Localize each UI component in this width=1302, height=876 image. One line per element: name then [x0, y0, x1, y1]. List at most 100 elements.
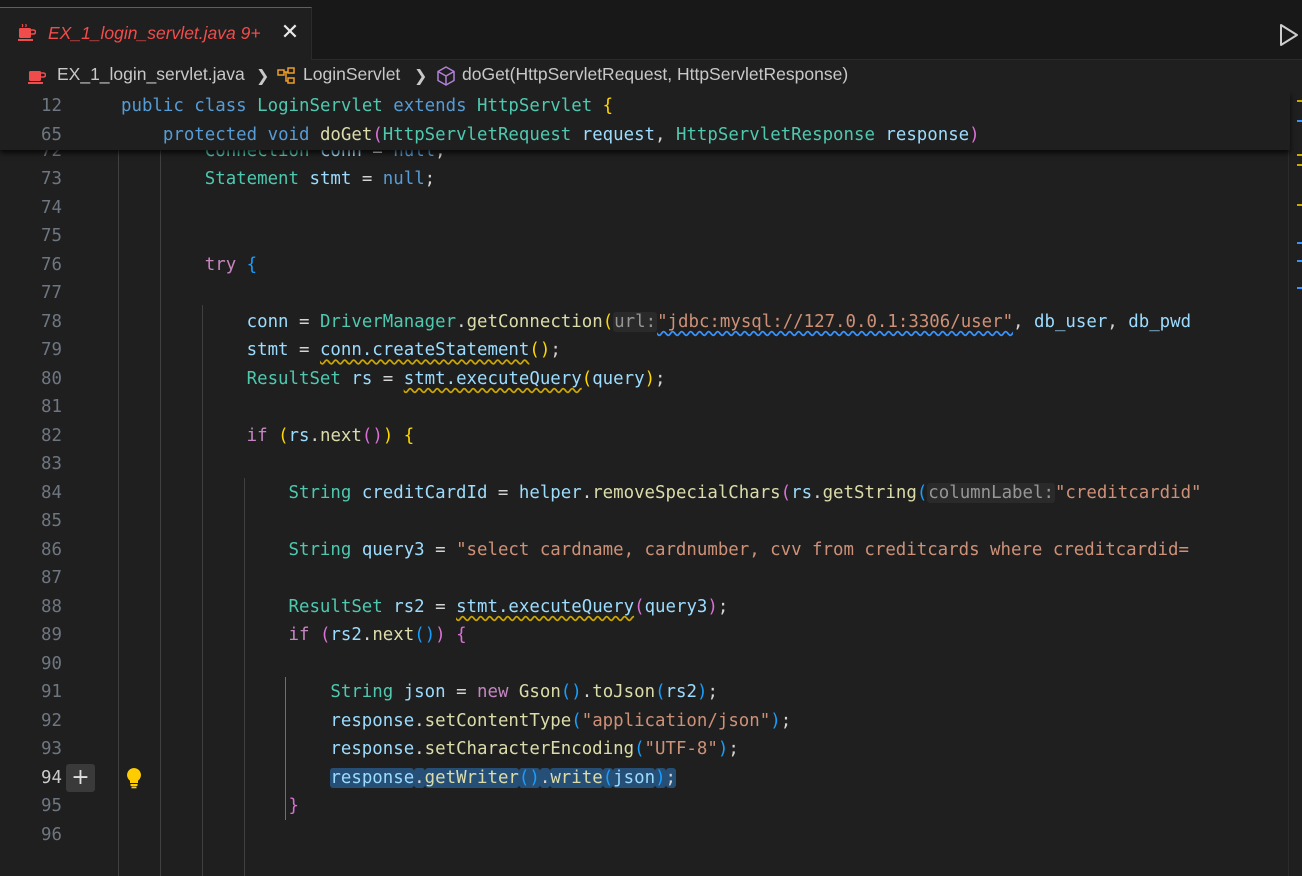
code-token: ,: [1107, 311, 1129, 332]
code-token: columnLabel:: [927, 482, 1055, 503]
code-token: DriverManager: [319, 311, 457, 332]
code-line[interactable]: 79 stmt = conn.createStatement();: [0, 336, 1290, 365]
overview-ruler-scrollbar[interactable]: [1288, 92, 1302, 876]
code-token: if: [121, 625, 320, 645]
code-text: String json = new Gson().toJson(rs2);: [121, 678, 718, 707]
code-token: void: [267, 125, 320, 145]
info-marker: [1297, 287, 1302, 289]
code-editor[interactable]: 71 String query = "select * from tbluser…: [0, 92, 1302, 876]
code-token: getWriter: [424, 767, 519, 788]
code-token: HttpServlet: [477, 96, 603, 116]
close-icon[interactable]: ✕: [280, 22, 300, 44]
code-token: url:: [613, 311, 658, 332]
code-line[interactable]: 81: [0, 393, 1290, 422]
code-token: Gson: [518, 682, 561, 702]
code-token: {: [403, 425, 415, 446]
code-token: (: [581, 368, 593, 389]
sticky-line[interactable]: 65 protected void doGet(HttpServletReque…: [0, 121, 1290, 150]
code-line[interactable]: 80 ResultSet rs = stmt.executeQuery(quer…: [0, 365, 1290, 394]
code-token: ): [969, 125, 980, 145]
code-line[interactable]: 82 if (rs.next()) {: [0, 422, 1290, 451]
code-token: stmt.executeQuery: [456, 596, 635, 617]
code-token: query3: [361, 539, 425, 560]
code-token: .: [414, 767, 425, 788]
code-line[interactable]: 85: [0, 507, 1290, 536]
line-number: 74: [41, 197, 62, 218]
code-line[interactable]: 78 conn = DriverManager.getConnection(ur…: [0, 308, 1290, 337]
code-text: String query3 = "select cardname, cardnu…: [121, 536, 1189, 565]
code-line[interactable]: 89 if (rs2.next()) {: [0, 621, 1290, 650]
line-number: 81: [41, 397, 62, 417]
code-token: setCharacterEncoding: [424, 739, 635, 759]
code-line[interactable]: 77: [0, 279, 1290, 308]
line-number: 91: [41, 682, 62, 702]
code-token: "select cardname, cardnumber, cvv from c…: [456, 539, 1189, 560]
breadcrumb: EX_1_login_servlet.java ❯ LoginServlet ❯…: [0, 60, 1302, 92]
code-token: next: [372, 625, 415, 645]
sticky-line[interactable]: 12 public class LoginServlet extends Http…: [0, 92, 1290, 121]
code-line[interactable]: 95 }: [0, 792, 1290, 821]
code-token: .: [414, 710, 425, 731]
code-line[interactable]: 90: [0, 650, 1290, 679]
code-line[interactable]: 75: [0, 222, 1290, 251]
code-token: response: [121, 739, 415, 759]
line-number: 90: [41, 653, 62, 674]
editor-tab-active[interactable]: EX_1_login_servlet.java 9+ ✕: [0, 7, 312, 60]
code-token: String: [121, 539, 362, 560]
code-token: write: [550, 767, 603, 788]
code-line[interactable]: 94 response.getWriter().write(json); +: [0, 763, 1290, 793]
code-token: Statement: [121, 169, 310, 189]
code-token: new: [477, 682, 519, 702]
sticky-scroll[interactable]: 12 public class LoginServlet extends Http…: [0, 92, 1290, 150]
code-line[interactable]: 93 response.setCharacterEncoding("UTF-8"…: [0, 735, 1290, 764]
line-number: 65: [41, 125, 62, 145]
warning-marker: [1297, 154, 1302, 156]
code-line[interactable]: 84 String creditCardId = helper.removeSp…: [0, 479, 1290, 508]
code-line[interactable]: 76 try {: [0, 251, 1290, 280]
breadcrumb-class[interactable]: LoginServlet: [303, 64, 400, 85]
code-token: query3: [644, 596, 708, 617]
code-line[interactable]: 96: [0, 821, 1290, 850]
code-token: {: [602, 96, 614, 116]
code-text: response.getWriter().write(json);: [121, 764, 677, 793]
lightbulb-icon[interactable]: [124, 767, 144, 789]
code-token: rs: [351, 368, 373, 389]
code-text: if (rs2.next()) {: [121, 621, 467, 650]
code-text: public class LoginServlet extends HttpSe…: [121, 92, 613, 121]
line-number: 78: [41, 311, 62, 332]
code-token: (: [278, 425, 289, 446]
code-token: =: [424, 539, 457, 560]
code-token: .: [812, 482, 823, 503]
code-token: (: [655, 682, 666, 702]
code-line[interactable]: 83: [0, 450, 1290, 479]
code-token: json: [403, 682, 446, 702]
code-token: ResultSet: [121, 596, 394, 617]
code-token: .: [456, 311, 467, 332]
info-marker: [1297, 260, 1302, 262]
breadcrumb-file[interactable]: EX_1_login_servlet.java: [57, 64, 245, 85]
code-token: ;: [665, 767, 677, 788]
code-token: .: [414, 739, 425, 759]
code-token: ;: [655, 368, 666, 389]
run-play-icon[interactable]: [1278, 22, 1300, 48]
breadcrumb-method[interactable]: doGet(HttpServletRequest, HttpServletRes…: [462, 64, 848, 85]
line-number: 73: [41, 169, 62, 189]
code-line[interactable]: 92 response.setContentType("application/…: [0, 707, 1290, 736]
code-line[interactable]: 73 Statement stmt = null;: [0, 165, 1290, 194]
code-token: ,: [655, 125, 676, 145]
code-token: (): [414, 625, 436, 645]
code-line[interactable]: 88 ResultSet rs2 = stmt.executeQuery(que…: [0, 593, 1290, 622]
code-token: ): [655, 767, 666, 788]
code-line[interactable]: 87: [0, 564, 1290, 593]
code-token: {: [246, 254, 258, 275]
code-line[interactable]: 86 String query3 = "select cardname, car…: [0, 536, 1290, 565]
code-line[interactable]: 91 String json = new Gson().toJson(rs2);: [0, 678, 1290, 707]
plus-icon[interactable]: +: [66, 763, 95, 792]
code-token: getConnection: [466, 311, 603, 332]
code-text: Statement stmt = null;: [121, 165, 435, 194]
code-token: stmt.executeQuery: [403, 368, 582, 389]
code-token: ,: [1013, 311, 1034, 332]
code-line[interactable]: 74: [0, 194, 1290, 223]
line-number: 82: [41, 425, 62, 446]
